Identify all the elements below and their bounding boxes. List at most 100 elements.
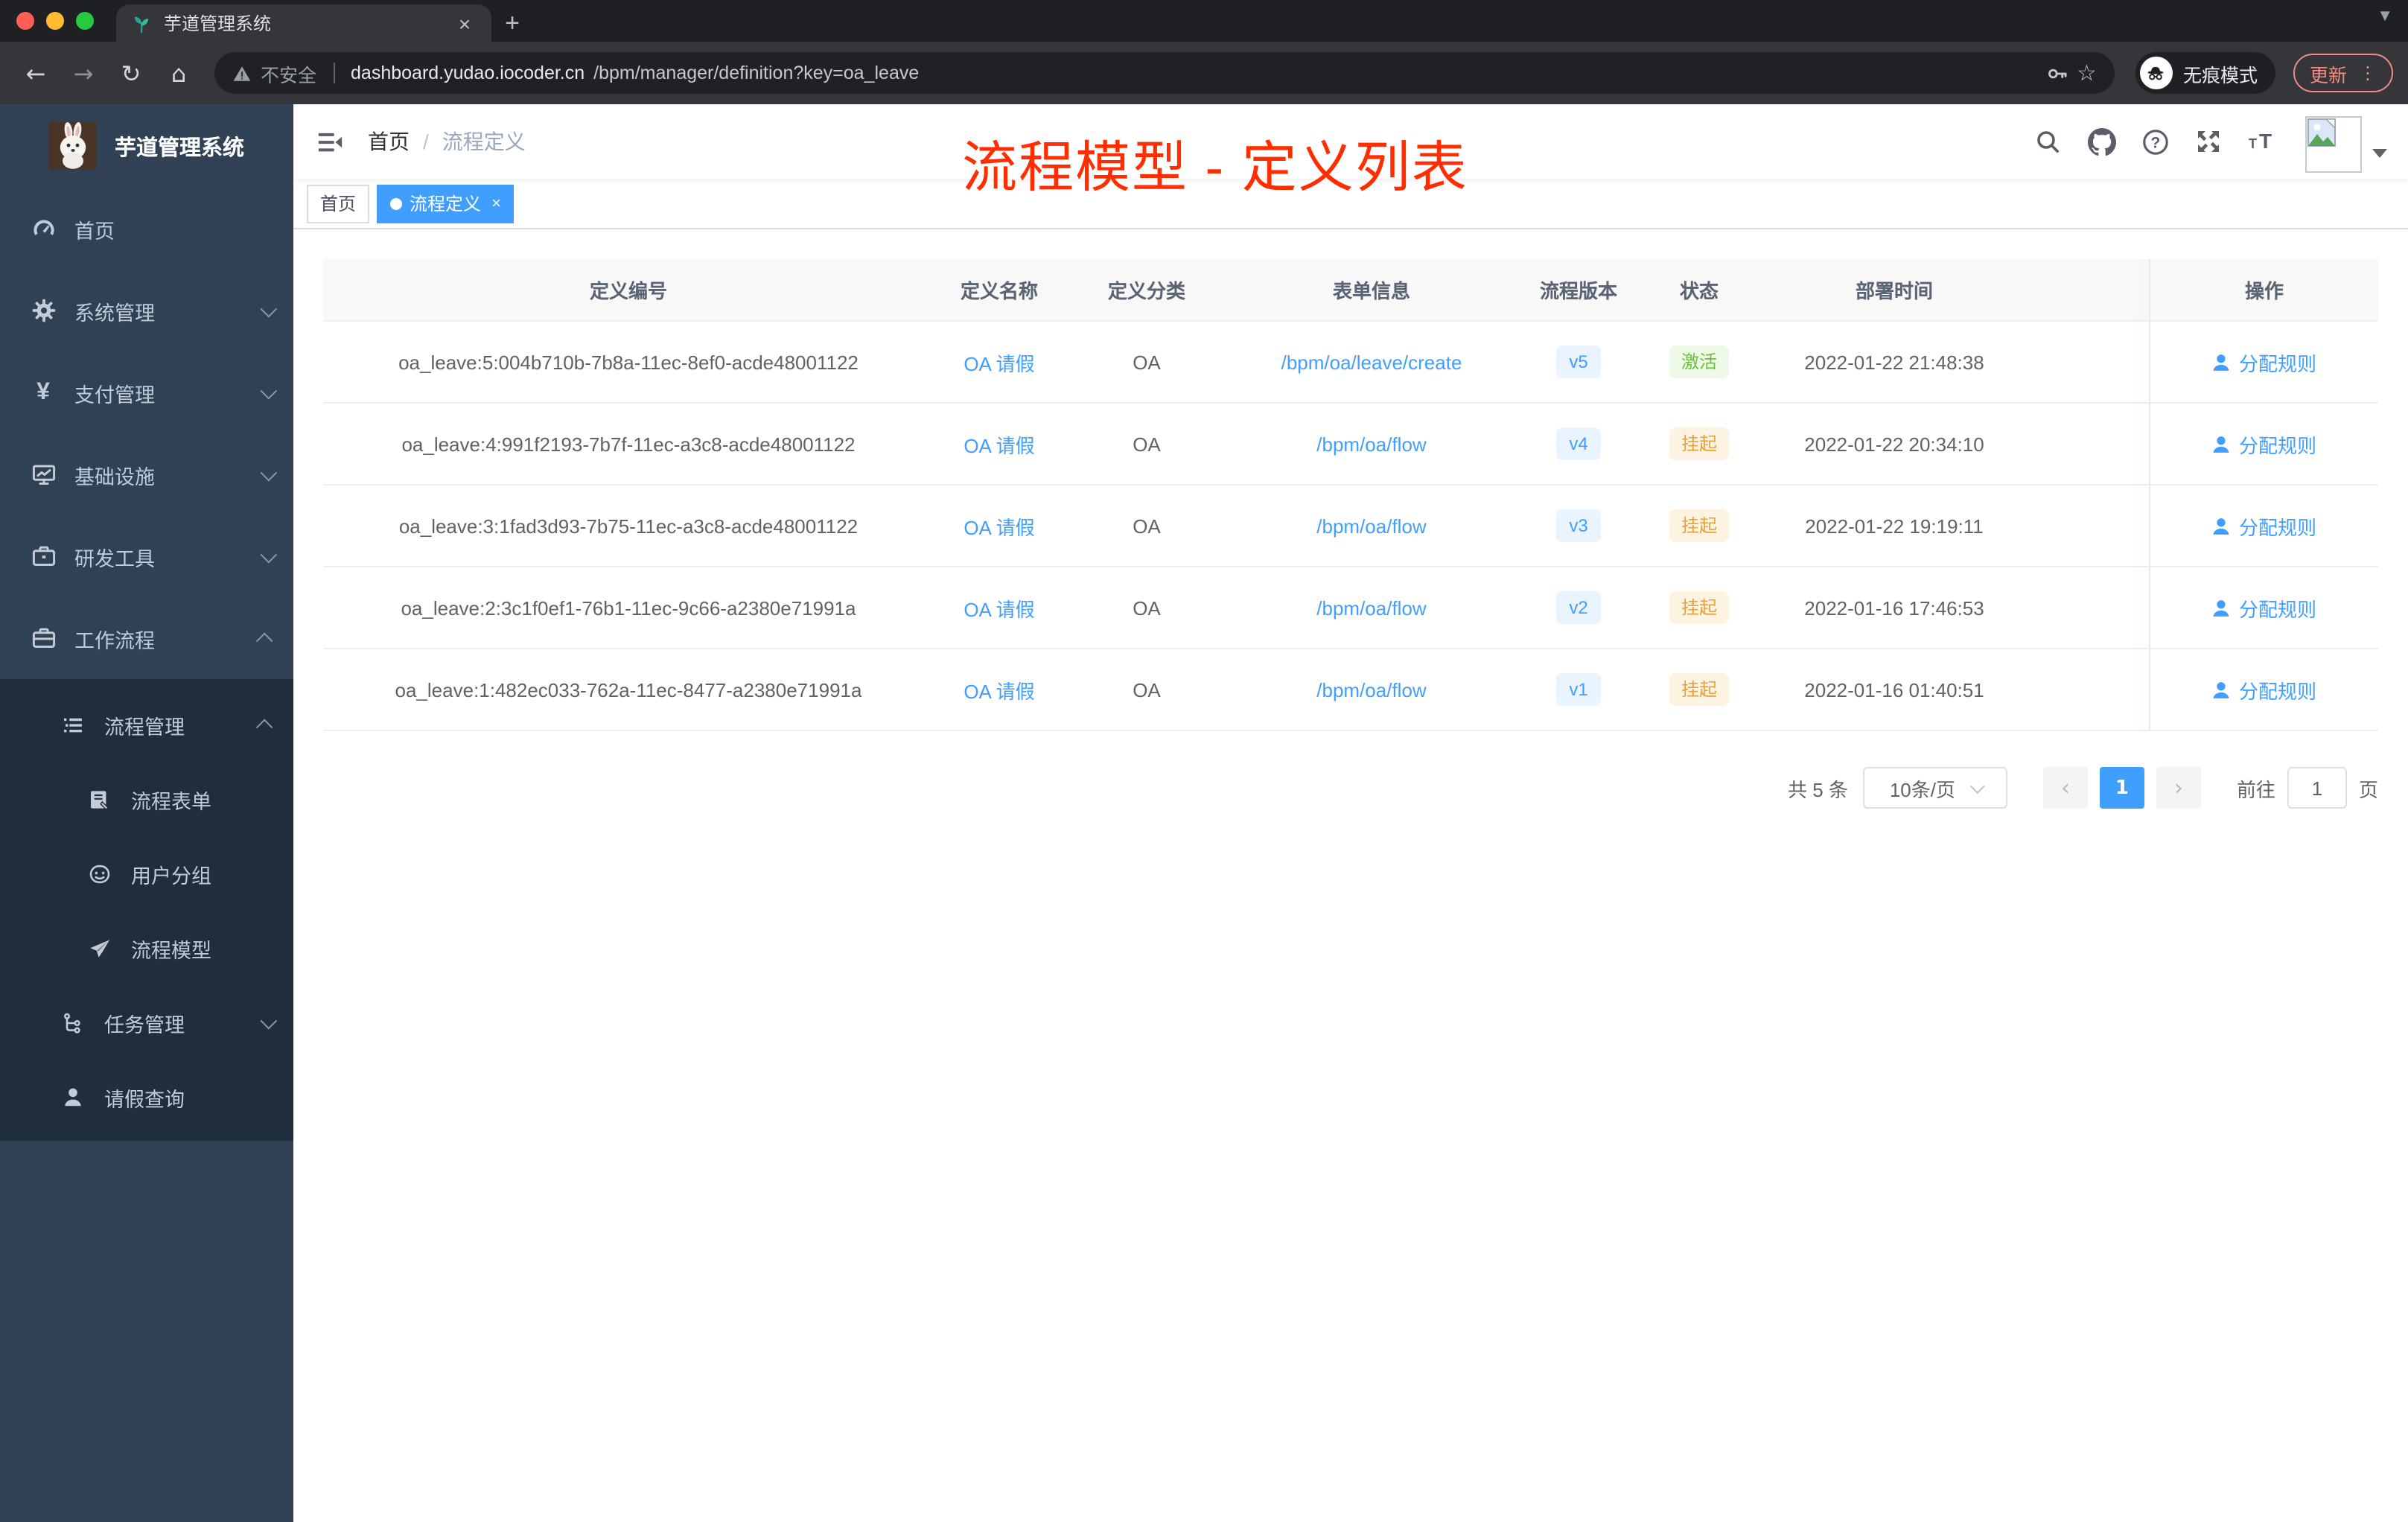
browser-menu-dots-icon[interactable]: ⋮ xyxy=(2359,63,2377,83)
prev-page-button[interactable]: ‹ xyxy=(2042,767,2088,809)
gear-icon xyxy=(30,298,57,323)
sidebar-toggle[interactable] xyxy=(293,104,366,179)
main-area: 首页 / 流程定义 ? T T 首页 流程定义 × 定义编号 定义名称 定义分类… xyxy=(293,104,2408,1522)
tag-home[interactable]: 首页 xyxy=(307,184,370,223)
sidebar-item-process-model[interactable]: 流程模型 xyxy=(0,911,293,986)
definition-name-link[interactable]: OA 请假 xyxy=(963,348,1034,376)
cell-status: 挂起 xyxy=(1643,509,1756,542)
security-label[interactable]: 不安全 xyxy=(261,59,316,87)
sidebar-item-process-manage[interactable]: 流程管理 xyxy=(0,688,293,762)
cell-status: 挂起 xyxy=(1643,673,1756,706)
back-button[interactable]: ← xyxy=(15,52,57,94)
sidebar-logo[interactable]: 芋道管理系统 xyxy=(0,104,293,188)
sidebar-item-label: 请假查询 xyxy=(104,1089,185,1111)
cell-deploy-time: 2022-01-22 20:34:10 xyxy=(1804,433,1984,455)
cell-form-info: /bpm/oa/leave/create xyxy=(1229,351,1514,373)
caret-down-icon xyxy=(2372,149,2387,158)
reload-button[interactable]: ↻ xyxy=(110,52,152,94)
cell-definition-category: OA xyxy=(1133,433,1161,455)
hamburger-fold-icon xyxy=(318,132,343,151)
tab-search-caret-icon[interactable]: ▼ xyxy=(2377,7,2393,25)
window-minimize-button[interactable] xyxy=(46,12,64,30)
sidebar-item-process-form[interactable]: 流程表单 xyxy=(0,762,293,837)
breadcrumb-home[interactable]: 首页 xyxy=(368,127,410,156)
assign-rule-button[interactable]: 分配规则 xyxy=(2212,675,2316,704)
sidebar-item-devtools[interactable]: 研发工具 xyxy=(0,515,293,597)
status-badge: 挂起 xyxy=(1669,427,1729,460)
svg-text:?: ? xyxy=(2150,134,2160,151)
window-close-button[interactable] xyxy=(16,12,34,30)
browser-tab[interactable]: 芋道管理系统 × xyxy=(116,4,491,42)
yen-icon: ¥ xyxy=(36,379,50,404)
assign-rule-button[interactable]: 分配规则 xyxy=(2212,512,2316,540)
tab-close-icon[interactable]: × xyxy=(453,11,477,35)
tag-close-icon[interactable]: × xyxy=(491,194,501,212)
goto-page-input[interactable]: 1 xyxy=(2287,767,2347,809)
sidebar-item-leave-query[interactable]: 请假查询 xyxy=(0,1060,293,1135)
form-info-link[interactable]: /bpm/oa/flow xyxy=(1316,433,1426,455)
new-tab-button[interactable]: + xyxy=(491,4,533,42)
key-icon[interactable] xyxy=(2045,62,2068,84)
tag-process-definition[interactable]: 流程定义 × xyxy=(377,184,515,223)
definition-name-link[interactable]: OA 请假 xyxy=(963,512,1034,540)
cell-actions: 分配规则 xyxy=(2150,593,2378,622)
form-info-link[interactable]: /bpm/oa/flow xyxy=(1316,678,1426,701)
toolbox-icon xyxy=(30,544,57,569)
breadcrumb: 首页 / 流程定义 xyxy=(368,127,526,156)
cell-definition-name: OA 请假 xyxy=(934,348,1065,376)
cell-status: 挂起 xyxy=(1643,591,1756,624)
definition-name-link[interactable]: OA 请假 xyxy=(963,430,1034,458)
avatar-broken-image xyxy=(2305,116,2362,173)
sidebar-item-system[interactable]: 系统管理 xyxy=(0,270,293,351)
column-header: 表单信息 xyxy=(1332,280,1410,302)
assign-rule-button[interactable]: 分配规则 xyxy=(2212,348,2316,376)
update-button[interactable]: 更新 ⋮ xyxy=(2293,54,2393,92)
sidebar-item-task-manage[interactable]: 任务管理 xyxy=(0,986,293,1060)
page-size-select[interactable]: 10条/页 xyxy=(1862,767,2007,809)
cell-definition-name: OA 请假 xyxy=(934,593,1065,622)
bookmark-star-icon[interactable]: ☆ xyxy=(2077,60,2097,86)
address-bar[interactable]: 不安全 dashboard.yudao.iocoder.cn/bpm/manag… xyxy=(214,52,2115,94)
sidebar-item-label: 首页 xyxy=(74,220,115,242)
screenshot-root: 芋道管理系统 × + ▼ ← → ↻ ⌂ 不安全 dashboard.yudao… xyxy=(0,0,2408,1522)
sidebar-item-user-group[interactable]: 用户分组 xyxy=(0,837,293,911)
dashboard-icon xyxy=(30,216,57,241)
forward-button[interactable]: → xyxy=(63,52,104,94)
form-info-link[interactable]: /bpm/oa/flow xyxy=(1316,515,1426,537)
github-icon[interactable] xyxy=(2079,119,2124,164)
sidebar-item-workflow[interactable]: 工作流程 xyxy=(0,597,293,679)
cell-process-version: v3 xyxy=(1514,509,1643,542)
tag-label: 流程定义 xyxy=(410,194,482,214)
font-size-icon[interactable]: TT xyxy=(2240,119,2284,164)
monitor-icon xyxy=(30,462,57,487)
form-info-link[interactable]: /bpm/oa/flow xyxy=(1316,596,1426,619)
cell-definition-category: OA xyxy=(1133,351,1161,373)
definition-name-link[interactable]: OA 请假 xyxy=(963,675,1034,704)
cell-process-version: v4 xyxy=(1514,427,1643,460)
assign-rule-button[interactable]: 分配规则 xyxy=(2212,593,2316,622)
help-icon[interactable]: ? xyxy=(2133,119,2177,164)
home-button[interactable]: ⌂ xyxy=(158,52,200,94)
sidebar-item-infra[interactable]: 基础设施 xyxy=(0,433,293,515)
fullscreen-icon[interactable] xyxy=(2186,119,2231,164)
list-icon xyxy=(60,713,86,737)
window-zoom-button[interactable] xyxy=(76,12,94,30)
sidebar-item-label: 用户分组 xyxy=(131,865,211,888)
form-info-link[interactable]: /bpm/oa/leave/create xyxy=(1281,351,1462,373)
table-row: oa_leave:3:1fad3d93-7b75-11ec-a3c8-acde4… xyxy=(323,485,2378,567)
next-page-button[interactable]: › xyxy=(2156,767,2201,809)
goto-unit: 页 xyxy=(2358,778,2378,800)
pagination: 共 5 条 10条/页 ‹ 1 › 前往 1 页 xyxy=(323,767,2378,809)
definition-name-link[interactable]: OA 请假 xyxy=(963,593,1034,622)
chevron-down-icon xyxy=(260,545,278,563)
search-icon[interactable] xyxy=(2025,119,2070,164)
assign-rule-button[interactable]: 分配规则 xyxy=(2212,430,2316,458)
table-body: oa_leave:5:004b710b-7b8a-11ec-8ef0-acde4… xyxy=(323,322,2378,731)
sidebar-item-pay[interactable]: ¥ 支付管理 xyxy=(0,351,293,433)
person-icon xyxy=(60,1086,86,1109)
page-1-button[interactable]: 1 xyxy=(2099,767,2144,809)
sidebar-item-home[interactable]: 首页 xyxy=(0,188,293,270)
sidebar: 芋道管理系统 首页 系统管理 ¥ 支付管理 基础设施 研发工具 工作流程 流程管… xyxy=(0,104,293,1522)
user-menu[interactable] xyxy=(2305,110,2387,173)
cell-form-info: /bpm/oa/flow xyxy=(1229,433,1514,455)
